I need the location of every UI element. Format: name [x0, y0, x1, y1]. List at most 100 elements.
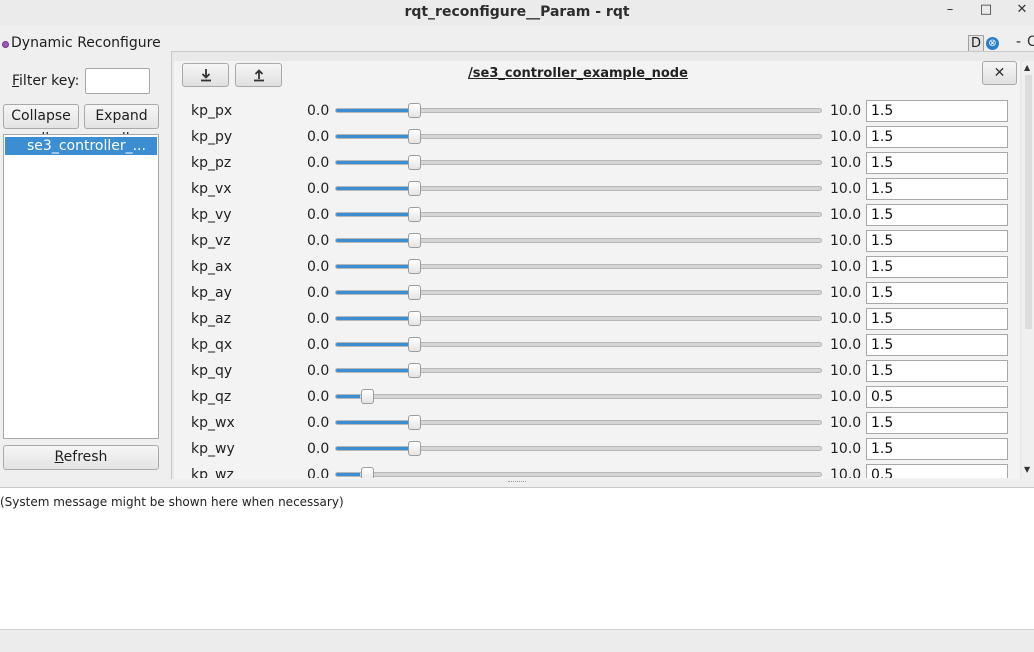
param-name: kp_ay: [191, 285, 232, 301]
param-slider-fill: [336, 239, 409, 242]
param-name: kp_wz: [191, 467, 234, 478]
system-message: (System message might be shown here when…: [0, 495, 344, 509]
param-min: 0.0: [307, 259, 330, 275]
node-tree[interactable]: se3_controller_...: [3, 134, 159, 439]
param-slider-handle[interactable]: [408, 363, 422, 378]
param-value-input[interactable]: 1.5: [866, 230, 1008, 252]
splitter-handle[interactable]: [508, 481, 526, 483]
param-slider-track[interactable]: [335, 472, 822, 477]
param-max: 10.0: [830, 441, 862, 457]
param-slider-handle[interactable]: [360, 389, 374, 404]
save-button[interactable]: [235, 63, 282, 87]
param-max: 10.0: [830, 207, 862, 223]
param-slider-handle[interactable]: [360, 467, 374, 478]
param-slider-fill: [336, 265, 409, 268]
param-slider-handle[interactable]: [408, 441, 422, 456]
system-message-area: (System message might be shown here when…: [0, 487, 1034, 629]
param-slider-fill: [336, 369, 409, 372]
param-row-kp_py: kp_py 0.0 10.0 1.5: [174, 124, 1020, 150]
load-button[interactable]: [182, 63, 229, 87]
param-min: 0.0: [307, 363, 330, 379]
param-value-input[interactable]: 1.5: [866, 412, 1008, 434]
param-min: 0.0: [307, 311, 330, 327]
plugin-options-button[interactable]: C: [1027, 34, 1034, 50]
param-min: 0.0: [307, 285, 330, 301]
collapse-all-button[interactable]: Collapse all: [3, 104, 79, 147]
expand-all-button[interactable]: Expand all: [84, 104, 159, 147]
param-row-kp_qx: kp_qx 0.0 10.0 1.5: [174, 332, 1020, 358]
param-slider-handle[interactable]: [408, 181, 422, 196]
param-row-kp_ax: kp_ax 0.0 10.0 1.5: [174, 254, 1020, 280]
scrollbar-thumb[interactable]: [1025, 75, 1032, 329]
param-slider-handle[interactable]: [408, 311, 422, 326]
param-value-input[interactable]: 1.5: [866, 438, 1008, 460]
param-value-input[interactable]: 1.5: [866, 282, 1008, 304]
param-slider-fill: [336, 447, 409, 450]
param-name: kp_pz: [191, 155, 232, 171]
param-value-input[interactable]: 1.5: [866, 308, 1008, 330]
param-slider-handle[interactable]: [408, 103, 422, 118]
filter-key-label-rest: ilter key:: [19, 73, 80, 89]
param-slider-handle[interactable]: [408, 415, 422, 430]
param-row-kp_pz: kp_pz 0.0 10.0 1.5: [174, 150, 1020, 176]
param-slider-handle[interactable]: [408, 233, 422, 248]
param-name: kp_vy: [191, 207, 232, 223]
param-value-input[interactable]: 1.5: [866, 100, 1008, 122]
plugin-title-label: Dynamic Reconfigure: [11, 35, 161, 51]
param-name: kp_px: [191, 103, 233, 119]
param-value-input[interactable]: 1.5: [866, 178, 1008, 200]
param-slider-fill: [336, 343, 409, 346]
param-value-input[interactable]: 0.5: [866, 386, 1008, 408]
param-max: 10.0: [830, 363, 862, 379]
param-name: kp_qy: [191, 363, 233, 379]
refresh-button[interactable]: Refresh: [3, 445, 159, 470]
param-value-input[interactable]: 1.5: [866, 360, 1008, 382]
param-slider-fill: [336, 395, 361, 398]
param-row-kp_vy: kp_vy 0.0 10.0 1.5: [174, 202, 1020, 228]
param-min: 0.0: [307, 337, 330, 353]
filter-key-label: Filter key:: [12, 73, 80, 89]
param-name: kp_qz: [191, 389, 232, 405]
refresh-button-rest: efresh: [63, 449, 108, 465]
scroll-up-icon[interactable]: ▲: [1024, 63, 1030, 72]
param-slider-track[interactable]: [335, 394, 822, 399]
param-row-kp_wz: kp_wz 0.0 10.0 0.5: [174, 462, 1020, 478]
scroll-down-icon[interactable]: ▼: [1024, 465, 1030, 474]
param-max: 10.0: [830, 259, 862, 275]
param-value-input[interactable]: 1.5: [866, 256, 1008, 278]
param-value-input[interactable]: 1.5: [866, 126, 1008, 148]
param-value-input[interactable]: 0.5: [866, 464, 1008, 478]
param-slider-handle[interactable]: [408, 155, 422, 170]
download-icon: [201, 69, 211, 82]
minimize-button[interactable]: –: [940, 2, 960, 17]
param-row-kp_qz: kp_qz 0.0 10.0 0.5: [174, 384, 1020, 410]
param-slider-handle[interactable]: [408, 285, 422, 300]
plugin-minimize-button[interactable]: -: [1016, 34, 1021, 50]
param-name: kp_wy: [191, 441, 235, 457]
vertical-scrollbar[interactable]: ▲ ▼: [1022, 61, 1034, 479]
param-slider-handle[interactable]: [408, 337, 422, 352]
param-min: 0.0: [307, 389, 330, 405]
param-max: 10.0: [830, 337, 862, 353]
param-slider-fill: [336, 213, 409, 216]
param-row-kp_vz: kp_vz 0.0 10.0 1.5: [174, 228, 1020, 254]
help-button[interactable]: D: [968, 35, 984, 52]
param-name: kp_ax: [191, 259, 232, 275]
param-value-input[interactable]: 1.5: [866, 152, 1008, 174]
param-slider-handle[interactable]: [408, 207, 422, 222]
param-slider-fill: [336, 317, 409, 320]
plugin-close-icon[interactable]: ⊗: [986, 37, 999, 50]
filter-key-input[interactable]: [85, 68, 150, 94]
param-slider-handle[interactable]: [408, 259, 422, 274]
node-close-button[interactable]: ✕: [982, 61, 1017, 85]
param-slider-fill: [336, 473, 361, 476]
maximize-button[interactable]: □: [976, 2, 996, 17]
plugin-title: Dynamic Reconfigure: [0, 34, 170, 54]
param-slider-handle[interactable]: [408, 129, 422, 144]
param-value-input[interactable]: 1.5: [866, 334, 1008, 356]
param-name: kp_wx: [191, 415, 235, 431]
param-row-kp_vx: kp_vx 0.0 10.0 1.5: [174, 176, 1020, 202]
tree-item-se3-controller[interactable]: se3_controller_...: [5, 137, 157, 155]
param-value-input[interactable]: 1.5: [866, 204, 1008, 226]
window-close-button[interactable]: ✕: [1012, 2, 1032, 17]
